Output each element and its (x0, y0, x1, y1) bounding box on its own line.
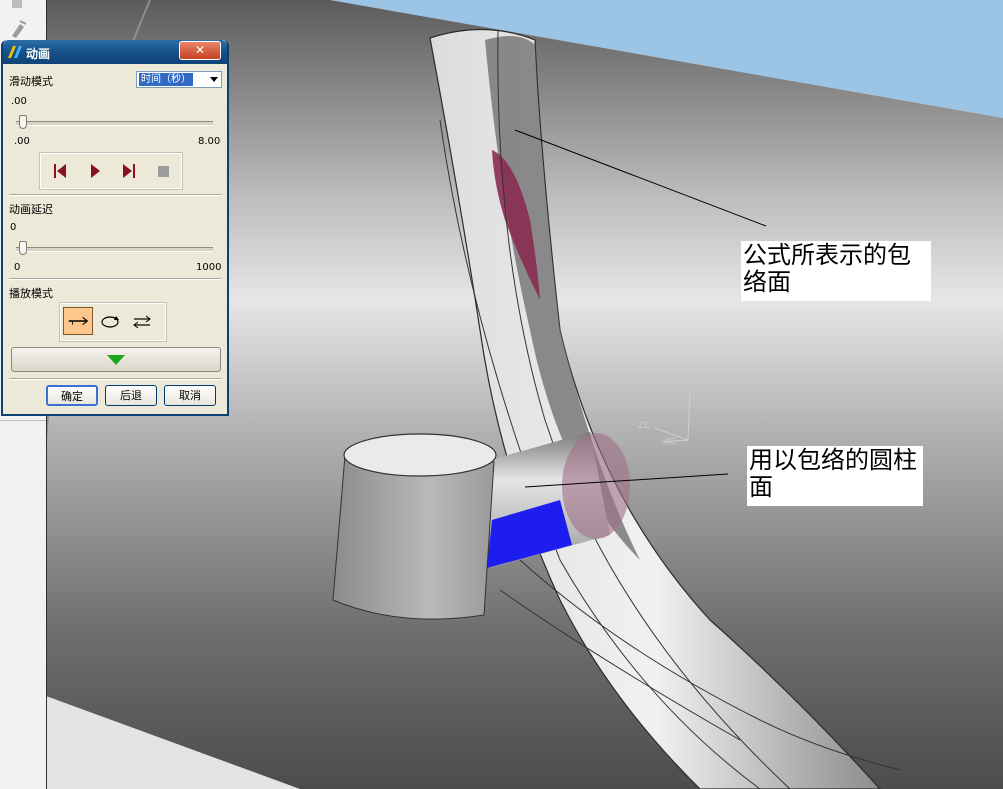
cancel-button[interactable]: 取消 (164, 385, 216, 406)
delay-range-min: 0 (14, 262, 21, 273)
play-once-icon (68, 316, 89, 326)
stub-cylinder (332, 454, 495, 620)
play-mode-label: 播放模式 (9, 287, 53, 300)
slide-range-max: 8.00 (198, 136, 221, 147)
ok-button[interactable]: 确定 (46, 385, 98, 406)
toolbar-tool-icon[interactable] (8, 0, 28, 18)
delay-current-value: 0 (10, 222, 17, 233)
loop-icon (101, 316, 119, 328)
close-icon: ✕ (194, 43, 206, 57)
step-back-icon (54, 164, 66, 178)
divider-3 (9, 378, 221, 380)
slide-range-min: .00 (14, 136, 30, 147)
dialog-titlebar[interactable]: 动画 ✕ (3, 40, 227, 64)
expand-more-button[interactable] (11, 347, 221, 372)
stop-button[interactable] (152, 160, 174, 182)
step-back-button[interactable] (49, 160, 71, 182)
step-forward-button[interactable] (118, 160, 140, 182)
nx-logo-icon (8, 46, 22, 58)
expand-arrow-icon (107, 355, 125, 365)
csys-zc-label: ZC (638, 421, 650, 431)
brush-icon[interactable] (8, 18, 28, 38)
play-mode-options (59, 302, 167, 342)
playback-controls (39, 152, 183, 190)
slide-mode-selected: 时间（秒） (139, 73, 193, 86)
step-forward-icon (123, 164, 135, 178)
play-once-button[interactable] (63, 307, 93, 335)
play-icon (91, 164, 100, 178)
back-button[interactable]: 后退 (105, 385, 157, 406)
animation-delay-label: 动画延迟 (9, 203, 53, 216)
callout-envelope-surface: 公式所表示的包络面 (741, 241, 931, 301)
delay-range-max: 1000 (196, 262, 222, 273)
csys-xc-label: XC (664, 437, 676, 447)
dialog-title: 动画 (26, 47, 51, 61)
stop-icon (158, 166, 169, 177)
delay-slider-track[interactable] (16, 247, 213, 252)
close-button[interactable]: ✕ (179, 41, 221, 60)
divider-1 (9, 194, 221, 196)
play-button[interactable] (84, 160, 106, 182)
delay-slider-thumb[interactable] (19, 241, 27, 255)
bounce-icon (133, 315, 151, 329)
slide-mode-select[interactable]: 时间（秒） (136, 71, 222, 88)
stub-cylinder-top (343, 433, 497, 477)
slide-mode-label: 滑动模式 (9, 75, 53, 88)
slide-current-value: .00 (11, 96, 27, 107)
slide-slider-thumb[interactable] (19, 115, 27, 129)
callout-envelope-text: 公式所表示的包络面 (743, 241, 911, 296)
callout-cylinder-text: 用以包络的圆柱面 (749, 446, 917, 501)
toolbar-divider (0, 420, 46, 421)
loop-button[interactable] (99, 311, 121, 333)
chevron-down-icon (210, 77, 218, 82)
divider-2 (9, 278, 221, 280)
animation-dialog: 动画 ✕ 滑动模式 时间（秒） .00 .00 8.00 动画延迟 0 0 10… (1, 40, 229, 416)
slide-slider-track[interactable] (16, 121, 213, 126)
tool-tip-ellipse (562, 433, 630, 539)
callout-cylinder-surface: 用以包络的圆柱面 (747, 446, 923, 506)
bounce-button[interactable] (131, 311, 153, 333)
